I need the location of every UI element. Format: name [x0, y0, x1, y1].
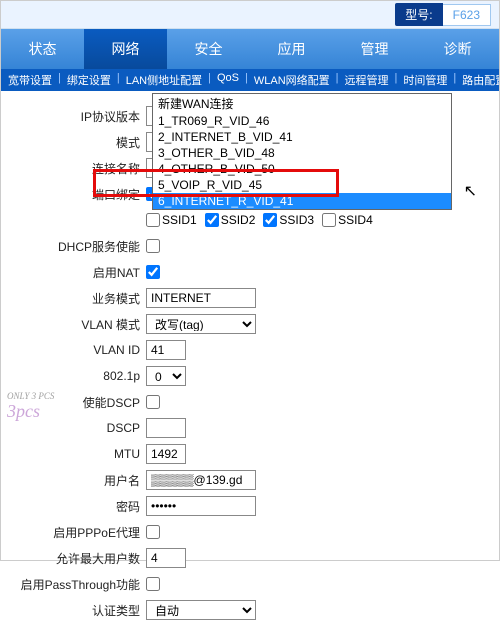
dscp-enable-label: 使能DSCP: [1, 394, 146, 411]
user-input[interactable]: [146, 470, 256, 490]
dropdown-opt-new[interactable]: 新建WAN连接: [153, 94, 451, 113]
port-bind-label: 端口绑定: [1, 186, 146, 203]
vlan-id-input[interactable]: [146, 340, 186, 360]
ssid3-checkbox[interactable]: [263, 213, 277, 227]
ssid4-checkbox[interactable]: [322, 213, 336, 227]
subnav-wlan[interactable]: WLAN网络配置: [251, 72, 333, 88]
pppoe-proxy-checkbox[interactable]: [146, 525, 160, 539]
dhcp-label: DHCP服务使能: [1, 238, 146, 255]
max-users-input[interactable]: [146, 548, 186, 568]
main-nav: 状态 网络 安全 应用 管理 诊断: [1, 29, 499, 69]
subnav-time[interactable]: 时间管理: [400, 72, 450, 88]
subnav-qos[interactable]: QoS: [214, 72, 242, 88]
mtu-label: MTU: [1, 447, 146, 461]
vlan-id-label: VLAN ID: [1, 343, 146, 357]
service-label: 业务模式: [1, 290, 146, 307]
p8021-select[interactable]: 0: [146, 366, 186, 386]
connection-dropdown-list[interactable]: 新建WAN连接 1_TR069_R_VID_46 2_INTERNET_B_VI…: [152, 93, 452, 210]
dropdown-opt-6[interactable]: 6_INTERNET_R_VID_41: [153, 193, 451, 209]
service-input[interactable]: [146, 288, 256, 308]
subnav-route[interactable]: 路由配置: [459, 72, 499, 88]
nat-label: 启用NAT: [1, 264, 146, 281]
nav-security[interactable]: 安全: [167, 29, 250, 69]
ssid2-label: SSID2: [221, 213, 256, 227]
dscp-enable-checkbox[interactable]: [146, 395, 160, 409]
pppoe-proxy-label: 启用PPPoE代理: [1, 524, 146, 541]
conn-name-label: 连接名称: [1, 160, 146, 177]
dscp-label: DSCP: [1, 421, 146, 435]
subnav-broadband[interactable]: 宽带设置: [5, 72, 55, 88]
ssid1-checkbox[interactable]: [146, 213, 160, 227]
nav-diag[interactable]: 诊断: [416, 29, 499, 69]
ip-version-label: IP协议版本: [1, 108, 146, 125]
nav-network[interactable]: 网络: [84, 29, 167, 69]
vlan-mode-label: VLAN 模式: [1, 316, 146, 333]
nav-manage[interactable]: 管理: [333, 29, 416, 69]
mtu-input[interactable]: [146, 444, 186, 464]
subnav-lan[interactable]: LAN侧地址配置: [123, 72, 205, 88]
mode-label: 模式: [1, 134, 146, 151]
ssid2-checkbox[interactable]: [205, 213, 219, 227]
ssid3-label: SSID3: [279, 213, 314, 227]
auth-select[interactable]: 自动: [146, 600, 256, 620]
pass-input[interactable]: [146, 496, 256, 516]
subnav-remote[interactable]: 远程管理: [342, 72, 392, 88]
sub-nav: 宽带设置| 绑定设置| LAN侧地址配置| QoS| WLAN网络配置| 远程管…: [1, 69, 499, 91]
dropdown-opt-5[interactable]: 5_VOIP_R_VID_45: [153, 177, 451, 193]
p8021-label: 802.1p: [1, 369, 146, 383]
user-label: 用户名: [1, 472, 146, 489]
dropdown-opt-2[interactable]: 2_INTERNET_B_VID_41: [153, 129, 451, 145]
subnav-binding[interactable]: 绑定设置: [64, 72, 114, 88]
model-label: 型号:: [395, 3, 442, 26]
passthrough-label: 启用PassThrough功能: [1, 576, 146, 593]
nav-app[interactable]: 应用: [250, 29, 333, 69]
nav-status[interactable]: 状态: [1, 29, 84, 69]
dropdown-opt-1[interactable]: 1_TR069_R_VID_46: [153, 113, 451, 129]
pass-label: 密码: [1, 498, 146, 515]
max-users-label: 允许最大用户数: [1, 550, 146, 567]
nat-checkbox[interactable]: [146, 265, 160, 279]
ssid4-label: SSID4: [338, 213, 373, 227]
dropdown-opt-3[interactable]: 3_OTHER_B_VID_48: [153, 145, 451, 161]
passthrough-checkbox[interactable]: [146, 577, 160, 591]
vlan-mode-select[interactable]: 改写(tag): [146, 314, 256, 334]
dhcp-checkbox[interactable]: [146, 239, 160, 253]
model-value: F623: [443, 4, 491, 26]
dropdown-opt-4[interactable]: 4_OTHER_B_VID_50: [153, 161, 451, 177]
auth-label: 认证类型: [1, 602, 146, 619]
dscp-input[interactable]: [146, 418, 186, 438]
ssid1-label: SSID1: [162, 213, 197, 227]
